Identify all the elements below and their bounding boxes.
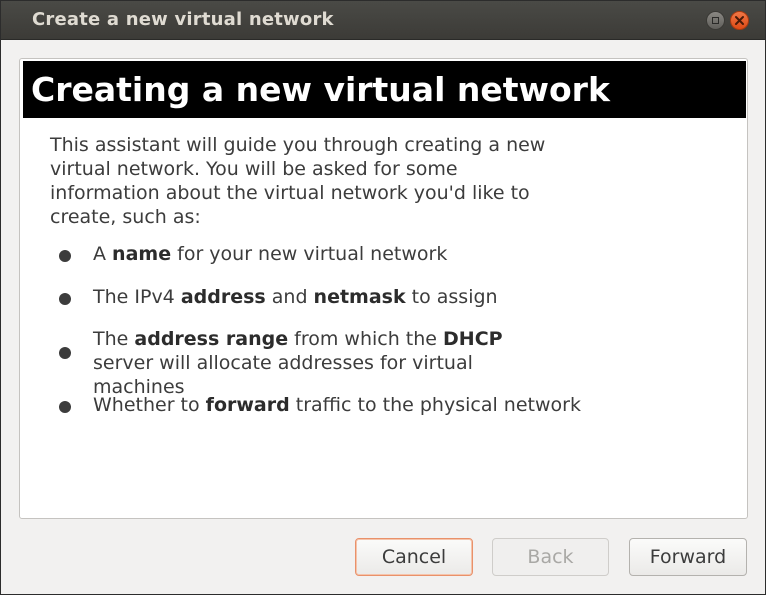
forward-button[interactable]: Forward — [629, 538, 747, 576]
header-banner: Creating a new virtual network — [23, 61, 746, 118]
window-title: Create a new virtual network — [32, 9, 334, 30]
bullet-icon — [59, 401, 71, 413]
page-title: Creating a new virtual network — [31, 70, 610, 109]
back-button[interactable]: Back — [492, 538, 609, 576]
list-item-text: Whether to forward traffic to the physic… — [93, 394, 581, 416]
list-item-text: The IPv4 address and netmask to assign — [93, 286, 498, 308]
close-icon[interactable] — [730, 11, 749, 30]
bullet-icon — [59, 293, 71, 305]
intro-text: This assistant will guide you through cr… — [50, 134, 546, 228]
maximize-icon[interactable] — [706, 11, 725, 30]
cancel-button[interactable]: Cancel — [355, 538, 473, 576]
content-panel: Creating a new virtual network This assi… — [19, 58, 748, 519]
title-bar[interactable]: Create a new virtual network — [1, 1, 765, 40]
dialog-window: Create a new virtual network Creating a … — [0, 0, 766, 595]
bullet-icon — [59, 347, 71, 359]
bullet-icon — [59, 250, 71, 262]
list-item-text: The address range from which the DHCP se… — [93, 328, 503, 398]
list-item-text: A name for your new virtual network — [93, 243, 448, 265]
